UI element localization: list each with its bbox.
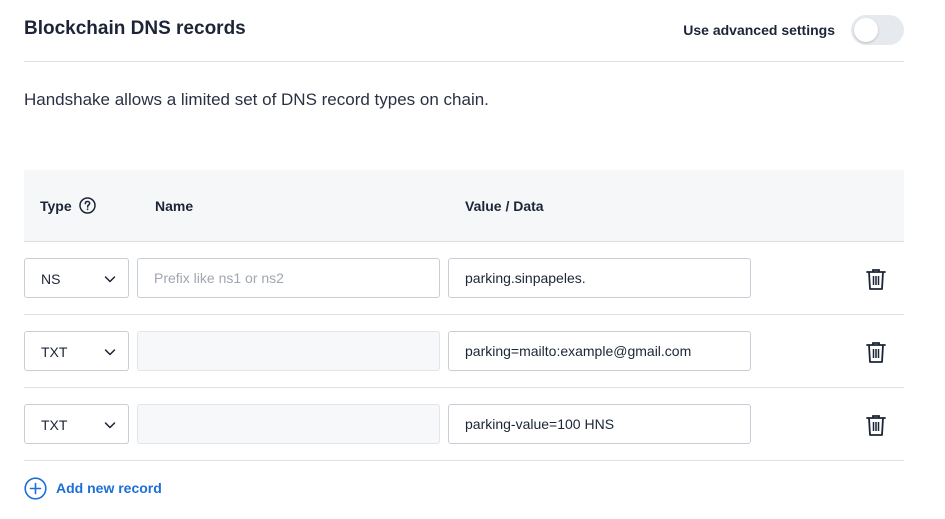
section-header: Blockchain DNS records Use advanced sett…: [24, 0, 904, 62]
table-row: TXT: [24, 388, 904, 461]
add-new-record-button[interactable]: Add new record: [24, 476, 162, 500]
table-row: NS: [24, 242, 904, 315]
table-header: Type Name Value / Data: [24, 170, 904, 242]
chevron-down-icon: [104, 349, 116, 356]
trash-icon[interactable]: [864, 413, 888, 437]
chevron-down-icon: [104, 422, 116, 429]
column-header-value: Value / Data: [465, 198, 544, 214]
record-value-input[interactable]: [448, 331, 751, 371]
page-title: Blockchain DNS records: [24, 18, 246, 39]
toggle-knob: [854, 18, 878, 42]
table-row: TXT: [24, 315, 904, 388]
plus-circle-icon: [24, 476, 47, 500]
trash-icon[interactable]: [864, 267, 888, 291]
help-icon[interactable]: [79, 197, 96, 214]
record-value-input[interactable]: [448, 258, 751, 298]
add-new-record-label: Add new record: [56, 480, 162, 496]
chevron-down-icon: [104, 276, 116, 283]
trash-icon[interactable]: [864, 340, 888, 364]
column-header-type: Type: [40, 198, 72, 214]
record-name-input[interactable]: [137, 331, 440, 371]
advanced-settings-label: Use advanced settings: [683, 22, 835, 38]
advanced-settings-toggle[interactable]: [851, 15, 904, 45]
record-type-select[interactable]: TXT: [24, 331, 129, 371]
column-header-name: Name: [155, 198, 194, 214]
record-type-select[interactable]: TXT: [24, 404, 129, 444]
record-type-value: TXT: [41, 417, 68, 433]
record-name-input[interactable]: [137, 404, 440, 444]
record-type-select[interactable]: NS: [24, 258, 129, 298]
record-type-value: TXT: [41, 344, 68, 360]
record-name-input[interactable]: [137, 258, 440, 298]
record-type-value: NS: [41, 271, 61, 287]
description: Handshake allows a limited set of DNS re…: [24, 90, 489, 109]
record-value-input[interactable]: [448, 404, 751, 444]
